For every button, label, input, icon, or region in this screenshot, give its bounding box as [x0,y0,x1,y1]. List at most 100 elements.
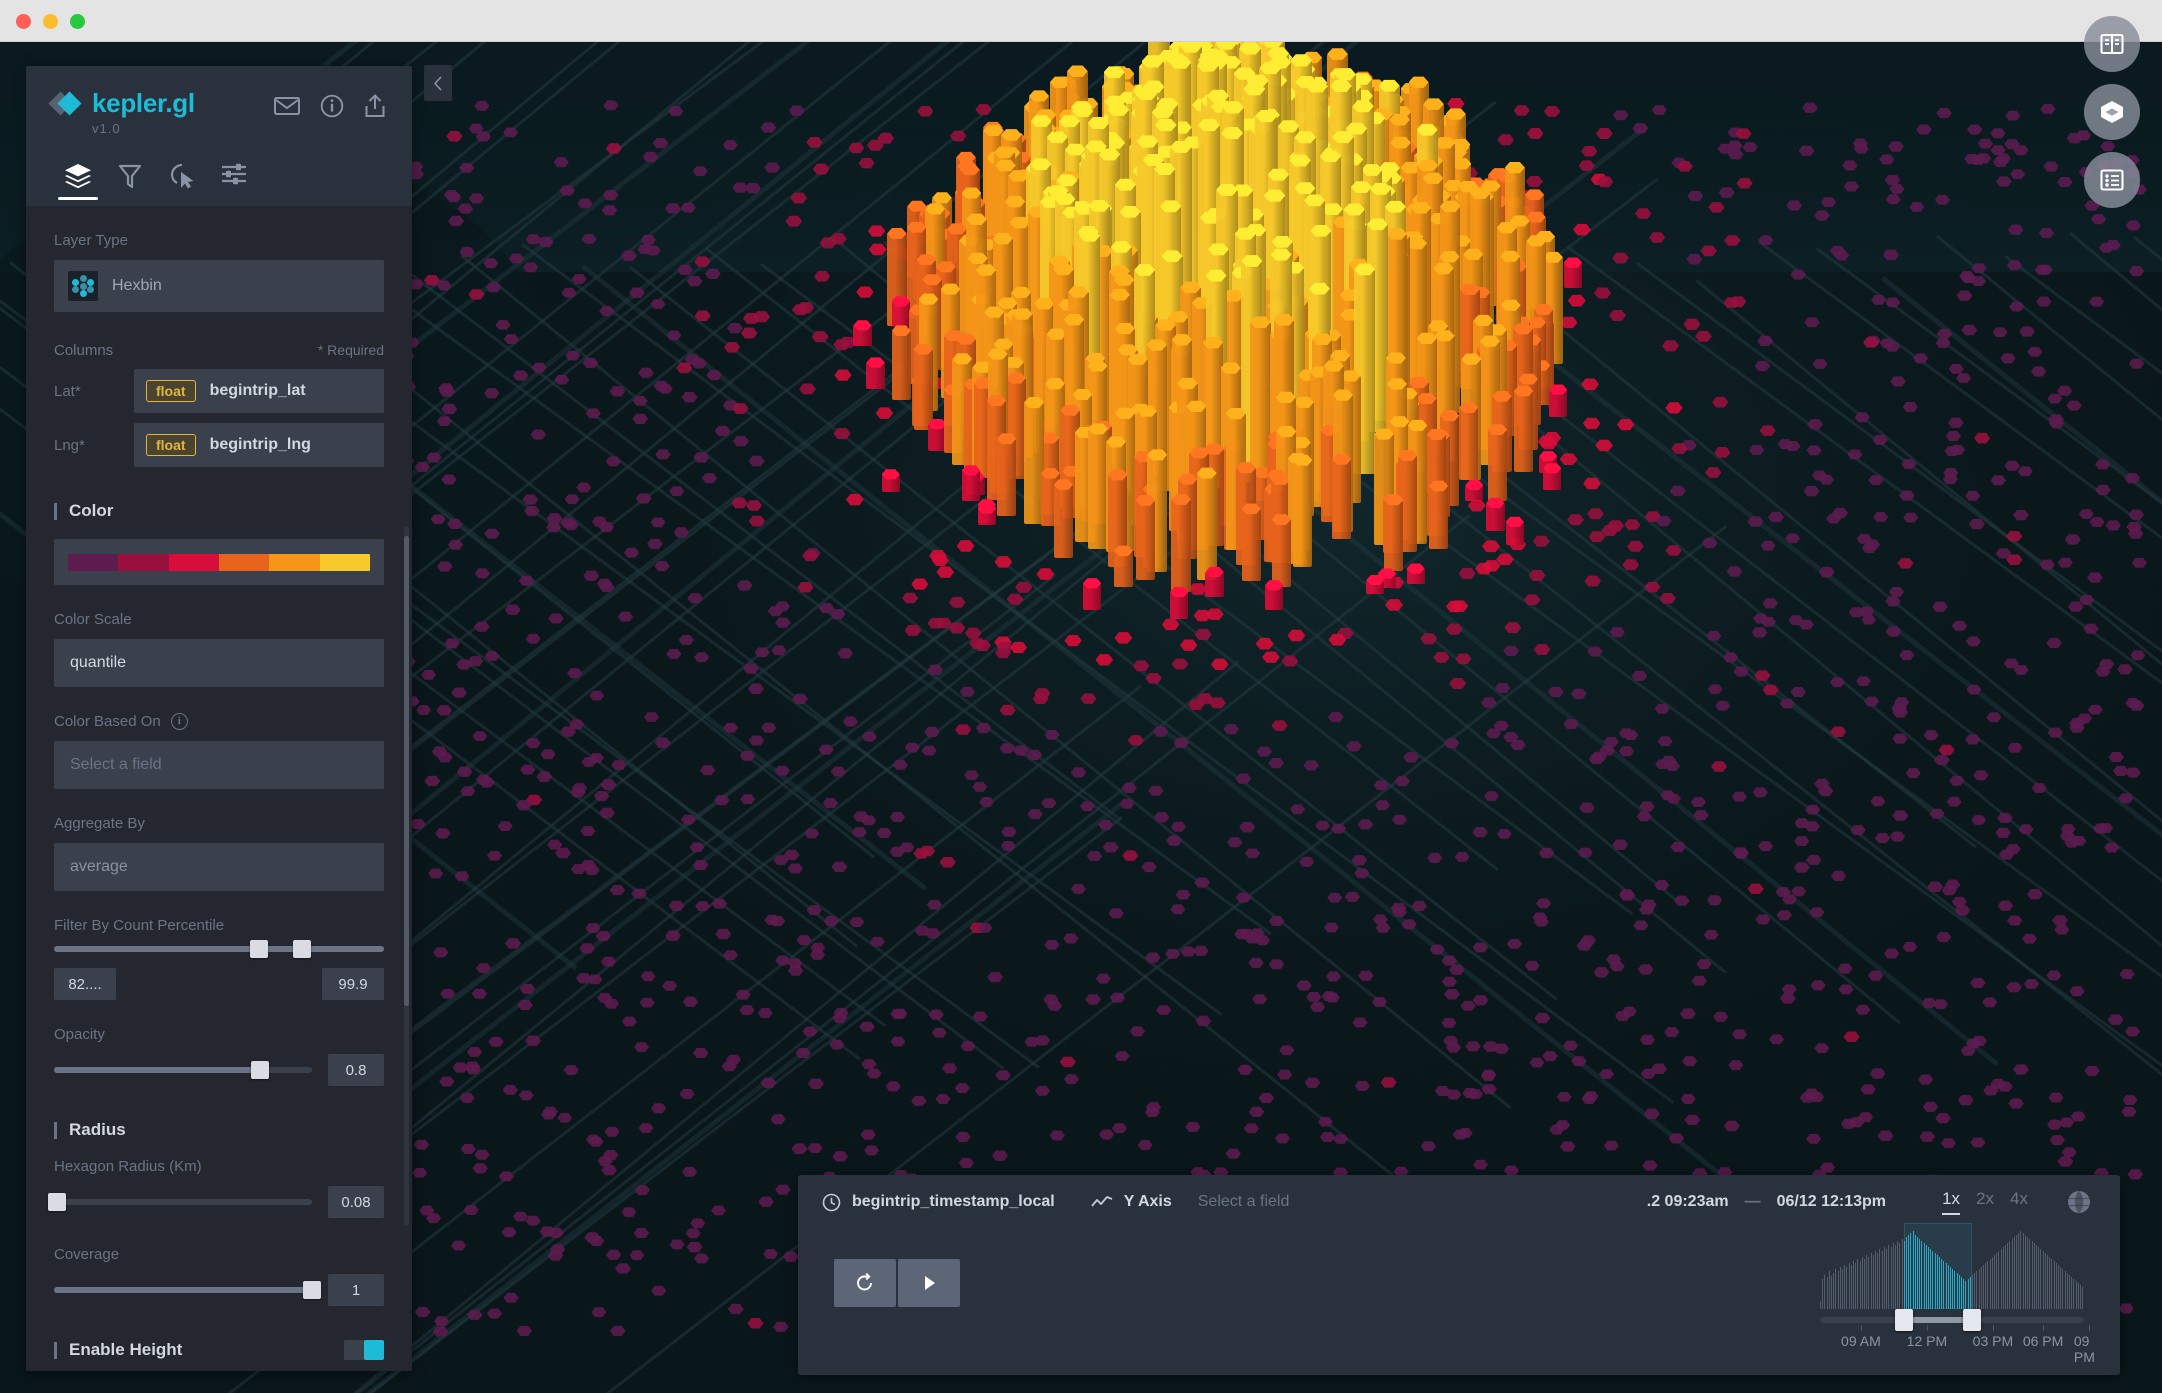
panel-scrollbar-thumb[interactable] [404,536,409,1006]
time-axis-tick-mark [1860,1325,1862,1331]
time-field-select[interactable]: begintrip_timestamp_local [822,1193,1055,1212]
type-chip-float: float [146,434,196,456]
share-icon[interactable] [364,94,386,118]
speed-2x[interactable]: 2x [1976,1189,1994,1215]
time-widget-body: 09 AM 12 PM 03 PM 06 PM 09 PM [798,1223,2120,1375]
hexagon-radius-label: Hexagon Radius (Km) [54,1158,202,1175]
time-histogram[interactable] [1820,1223,2084,1309]
coverage-knob[interactable] [303,1281,321,1299]
speed-4x[interactable]: 4x [2010,1189,2028,1215]
y-axis-field-select[interactable]: Select a field [1198,1193,1290,1211]
aggregate-by-value: average [70,858,128,875]
tab-filters[interactable] [104,158,156,206]
time-filter-widget: begintrip_timestamp_local Y Axis Select … [798,1175,2120,1375]
window-minimize-button[interactable] [43,14,58,29]
time-range-end: 06/12 12:13pm [1776,1193,1886,1210]
hexagon-radius-knob[interactable] [47,1193,66,1211]
color-scale-select[interactable]: quantile [54,639,384,687]
opacity-slider[interactable] [54,1061,312,1079]
window-close-button[interactable] [16,14,31,29]
filter-percentile-knob-max[interactable] [292,940,311,958]
time-axis-tick-mark [2089,1325,2091,1331]
aggregate-by-select[interactable]: average [54,843,384,891]
layer-type-value: Hexbin [112,277,162,294]
filter-icon [118,164,142,189]
column-lat-value: begintrip_lat [209,382,306,399]
time-range-fill [1903,1317,1972,1323]
tab-layers[interactable] [52,158,104,206]
color-based-on-select[interactable]: Select a field [54,741,384,789]
reset-icon [857,1272,872,1291]
hexbin-column [1384,499,1404,571]
tab-basemap[interactable] [208,158,260,206]
mail-icon[interactable] [274,96,300,116]
column-lng-select[interactable]: float begintrip_lng [134,423,384,467]
hexagon-radius-input[interactable]: 0.08 [328,1186,384,1218]
y-axis-button[interactable]: Y Axis [1091,1193,1172,1211]
speed-1x[interactable]: 1x [1942,1189,1960,1215]
toggle-layer-legend-button[interactable] [2084,152,2140,208]
toggle-split-map-button[interactable] [2084,16,2140,72]
hexagon-radius-row: 0.08 [47,1186,384,1218]
app-title: kepler.gl [92,88,195,118]
filter-percentile-slider[interactable] [54,940,384,958]
time-range-knob-start[interactable] [1894,1309,1913,1331]
layer-type-select[interactable]: Hexbin [54,260,384,312]
y-axis-label: Y Axis [1123,1193,1172,1210]
reset-button[interactable] [834,1259,896,1307]
opacity-label: Opacity [54,1026,105,1043]
hexagon-radius-slider[interactable] [47,1193,312,1211]
time-range-knob-end[interactable] [1962,1309,1981,1331]
collapse-panel-button[interactable] [424,65,452,101]
aggregate-by-label: Aggregate By [54,815,145,832]
window-maximize-button[interactable] [70,14,85,29]
time-range-dash: — [1744,1193,1761,1210]
time-range-display: .2 09:23am — 06/12 12:13pm [1647,1193,1886,1211]
coverage-slider[interactable] [54,1281,321,1299]
column-lat-label: Lat* [54,382,81,400]
color-scale-value: quantile [70,654,127,671]
opacity-knob[interactable] [251,1061,270,1079]
time-range-slider[interactable] [1820,1309,2084,1331]
hexbin-column [1241,508,1261,582]
enable-height-toggle[interactable] [344,1340,384,1360]
time-axis-tick-label: 03 PM [1972,1333,2014,1349]
radius-section-title: Radius [69,1120,126,1139]
color-section-title: Color [69,501,114,520]
sliders-icon [222,163,246,185]
cube-3d-icon [2101,101,2123,123]
color-scale-label: Color Scale [54,611,132,628]
coverage-input[interactable]: 1 [328,1274,384,1306]
color-ramp-stop [218,553,270,571]
color-based-on-value: Select a field [70,756,162,773]
hexbin-column [996,438,1017,516]
color-palette-select[interactable] [54,539,384,585]
play-button[interactable] [898,1259,960,1307]
info-icon[interactable] [320,94,344,118]
filter-percentile-min-input[interactable]: 82.... [54,968,116,1000]
color-section-header: Color [54,501,384,521]
color-ramp [68,553,370,571]
tab-interactions[interactable] [156,158,208,206]
hexbin-column [1292,460,1313,567]
column-lat-select[interactable]: float begintrip_lat [134,369,384,413]
panel-header: kepler.gl v1.0 [26,66,412,136]
layer-type-label: Layer Type [54,232,128,249]
kepler-logo-icon [48,90,82,116]
column-row-lng: Lng* float begintrip_lng [54,423,384,467]
time-axis-tick-label: 09 AM [1841,1333,1881,1349]
filter-percentile-knob-min[interactable] [249,940,268,958]
toggle-3d-map-button[interactable] [2084,84,2140,140]
legend-list-icon [2100,169,2124,191]
globe-button[interactable] [2066,1189,2092,1220]
coverage-row: 1 [54,1274,384,1306]
hexbin-column [1271,519,1291,588]
filter-percentile-values: 82.... 99.9 [54,968,384,1000]
info-icon[interactable]: i [170,713,188,730]
enable-height-section-title: Enable Height [69,1340,183,1359]
hexbin-column [1513,390,1534,472]
opacity-input[interactable]: 0.8 [328,1054,384,1086]
time-axis-tick-mark [1992,1325,1994,1331]
filter-percentile-max-input[interactable]: 99.9 [322,968,384,1000]
hexbin-column [1197,472,1217,580]
